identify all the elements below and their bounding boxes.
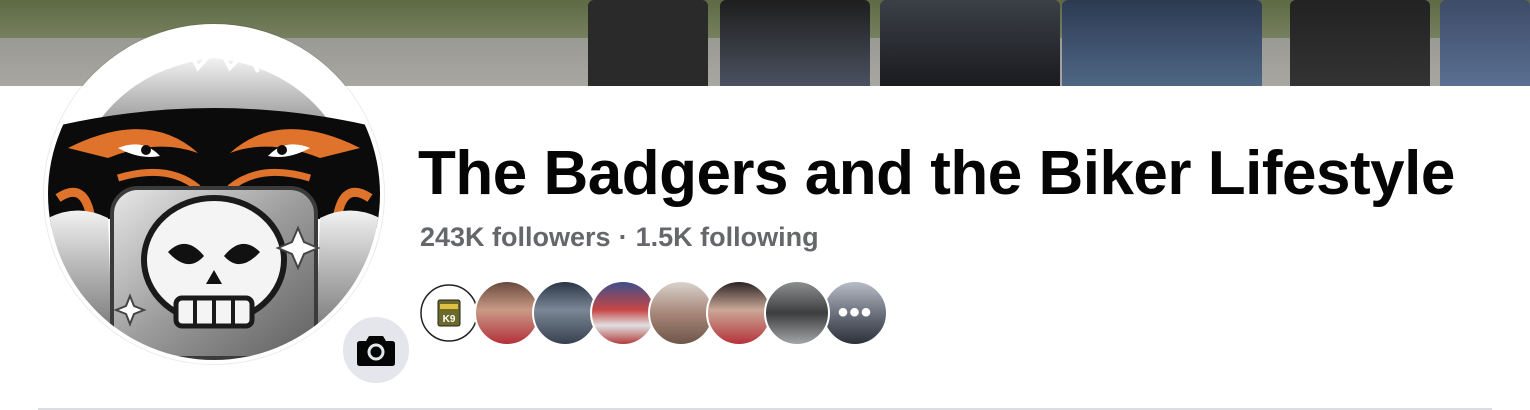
cover-person	[880, 0, 1060, 86]
badger-skull-logo	[48, 28, 380, 360]
stats-separator: ·	[618, 222, 628, 252]
profile-picture[interactable]	[44, 24, 384, 364]
follower-avatar[interactable]	[532, 280, 598, 346]
cover-person	[588, 0, 708, 86]
follower-avatar[interactable]	[648, 280, 714, 346]
follower-avatar[interactable]	[706, 280, 772, 346]
followers-count-link[interactable]: 243K followers	[420, 222, 611, 252]
follower-avatar[interactable]	[764, 280, 830, 346]
following-count-link[interactable]: 1.5K following	[636, 222, 819, 252]
update-profile-picture-button[interactable]	[340, 314, 412, 386]
cover-person	[1290, 0, 1430, 86]
more-followers-button[interactable]: •••	[822, 280, 888, 346]
cover-person	[720, 0, 870, 86]
svg-text:K9: K9	[443, 314, 456, 325]
helping-veterans-badge: K9	[418, 282, 480, 344]
follower-avatar[interactable]: K9	[416, 280, 482, 346]
follower-avatars-row: K9 •••	[416, 280, 888, 346]
more-horizontal-icon: •••	[837, 296, 873, 329]
cover-person	[1062, 0, 1262, 86]
page-stats: 243K followers · 1.5K following	[420, 222, 819, 253]
follower-avatar[interactable]	[590, 280, 656, 346]
profile-picture-container	[44, 24, 412, 386]
page-title: The Badgers and the Biker Lifestyle	[418, 139, 1455, 208]
follower-avatar[interactable]	[474, 280, 540, 346]
camera-icon	[357, 336, 395, 366]
cover-person	[1440, 0, 1530, 86]
